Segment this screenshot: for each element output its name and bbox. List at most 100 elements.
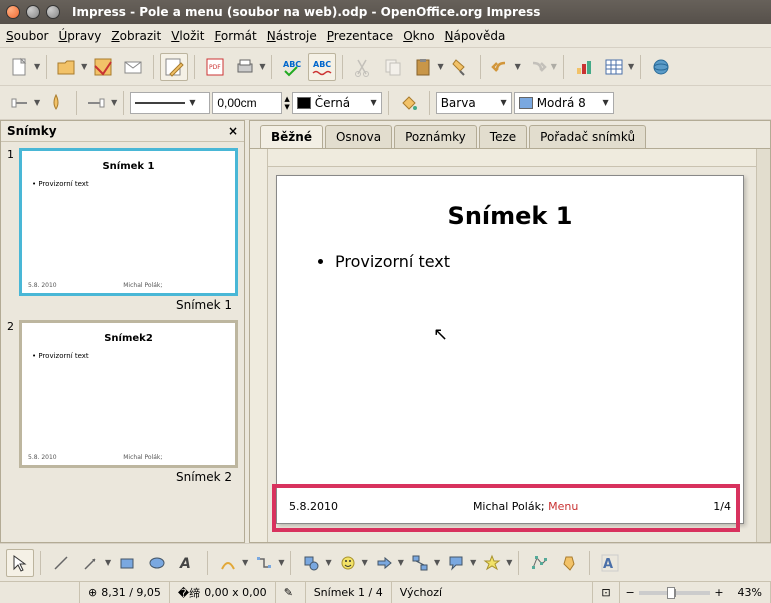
glue-points-button[interactable] xyxy=(555,549,583,577)
menu-nastroje[interactable]: Nástroje xyxy=(267,29,317,43)
zoom-slider[interactable]: − + xyxy=(620,586,730,599)
menu-prezentace[interactable]: Prezentace xyxy=(327,29,393,43)
arrow-tool-button[interactable] xyxy=(77,549,105,577)
text-tool-button[interactable]: A xyxy=(173,549,201,577)
slide-thumbnail-1[interactable]: Snímek 1 • Provizorní text 5.8. 2010Mich… xyxy=(19,148,238,296)
line-style-combo[interactable]: ▼ xyxy=(130,92,210,114)
tab-poradac[interactable]: Pořadač snímků xyxy=(529,125,646,148)
vertical-scrollbar[interactable] xyxy=(756,149,770,542)
close-panel-icon[interactable]: × xyxy=(228,124,238,138)
dropdown-icon[interactable]: ▼ xyxy=(506,558,512,567)
menu-zobrazit[interactable]: Zobrazit xyxy=(111,29,161,43)
menu-okno[interactable]: Okno xyxy=(403,29,434,43)
spellcheck-button[interactable]: ABC xyxy=(278,53,306,81)
dropdown-icon[interactable]: ▼ xyxy=(81,62,87,71)
line-width-input[interactable] xyxy=(212,92,282,114)
basic-shapes-button[interactable] xyxy=(297,549,325,577)
fill-bucket-button[interactable] xyxy=(395,89,423,117)
editor-area: Běžné Osnova Poznámky Teze Pořadač snímk… xyxy=(249,120,771,543)
menu-vlozit[interactable]: Vložit xyxy=(171,29,204,43)
cursor-icon: ↖ xyxy=(433,324,448,345)
symbol-shapes-button[interactable] xyxy=(334,549,362,577)
spin-down-icon[interactable]: ▼ xyxy=(284,103,289,111)
rectangle-tool-button[interactable] xyxy=(113,549,141,577)
dropdown-icon[interactable]: ▼ xyxy=(278,558,284,567)
copy-button[interactable] xyxy=(379,53,407,81)
dropdown-icon[interactable]: ▼ xyxy=(398,558,404,567)
slide-thumbnail-2[interactable]: Snímek2 • Provizorní text 5.8. 2010Micha… xyxy=(19,320,238,468)
new-button[interactable] xyxy=(6,53,34,81)
status-position: ⊕8,31 / 9,05 xyxy=(80,582,170,603)
dropdown-icon[interactable]: ▼ xyxy=(34,98,40,107)
undo-button[interactable] xyxy=(487,53,515,81)
fill-color-combo[interactable]: Modrá 8 ▼ xyxy=(514,92,614,114)
spin-up-icon[interactable]: ▲ xyxy=(284,95,289,103)
arrow-start-button[interactable] xyxy=(6,89,34,117)
fontwork-button[interactable]: A xyxy=(596,549,624,577)
arrow-end-button[interactable] xyxy=(83,89,111,117)
window-maximize-button[interactable] xyxy=(46,5,60,19)
slides-panel-title: Snímky xyxy=(7,124,57,138)
callouts-button[interactable] xyxy=(442,549,470,577)
ellipse-tool-button[interactable] xyxy=(143,549,171,577)
dropdown-icon[interactable]: ▼ xyxy=(111,98,117,107)
print-button[interactable] xyxy=(231,53,259,81)
dropdown-icon[interactable]: ▼ xyxy=(362,558,368,567)
line-color-combo[interactable]: Černá ▼ xyxy=(292,92,382,114)
cut-button[interactable] xyxy=(349,53,377,81)
fill-type-combo[interactable]: Barva ▼ xyxy=(436,92,512,114)
select-tool-button[interactable] xyxy=(6,549,34,577)
zoom-fit-button[interactable]: ⊡ xyxy=(593,582,619,603)
dropdown-icon[interactable]: ▼ xyxy=(470,558,476,567)
window-title: Impress - Pole a menu (soubor na web).od… xyxy=(72,5,540,19)
format-paintbrush-button[interactable] xyxy=(446,53,474,81)
open-button[interactable] xyxy=(53,53,81,81)
save-button[interactable] xyxy=(89,53,117,81)
chart-button[interactable] xyxy=(570,53,598,81)
edit-button[interactable] xyxy=(160,53,188,81)
tab-teze[interactable]: Teze xyxy=(479,125,527,148)
dropdown-icon[interactable]: ▼ xyxy=(628,62,634,71)
connector-tool-button[interactable] xyxy=(250,549,278,577)
zoom-out-icon[interactable]: − xyxy=(626,586,635,599)
email-button[interactable] xyxy=(119,53,147,81)
table-button[interactable] xyxy=(600,53,628,81)
tab-osnova[interactable]: Osnova xyxy=(325,125,392,148)
zoom-percent[interactable]: 43% xyxy=(730,582,771,603)
dropdown-icon[interactable]: ▼ xyxy=(437,62,443,71)
dropdown-icon[interactable]: ▼ xyxy=(551,62,557,71)
stars-button[interactable] xyxy=(478,549,506,577)
dropdown-icon[interactable]: ▼ xyxy=(105,558,111,567)
dropdown-icon[interactable]: ▼ xyxy=(259,62,265,71)
dropdown-icon[interactable]: ▼ xyxy=(242,558,248,567)
points-button[interactable] xyxy=(525,549,553,577)
menu-upravy[interactable]: Úpravy xyxy=(58,29,101,43)
dropdown-icon[interactable]: ▼ xyxy=(325,558,331,567)
dropdown-icon[interactable]: ▼ xyxy=(34,62,40,71)
paste-button[interactable] xyxy=(409,53,437,81)
slide-title: Snímek 1 xyxy=(307,202,713,230)
svg-text:A: A xyxy=(603,557,613,572)
slide-canvas[interactable]: Snímek 1 Provizorní text 5.8.2010 Michal… xyxy=(276,175,744,524)
flowchart-button[interactable] xyxy=(406,549,434,577)
menu-format[interactable]: Formát xyxy=(214,29,256,43)
menu-soubor[interactable]: Soubor xyxy=(6,29,48,43)
hyperlink-button[interactable] xyxy=(647,53,675,81)
dropdown-icon[interactable]: ▼ xyxy=(515,62,521,71)
drawing-toolbar: ▼ A ▼ ▼ ▼ ▼ ▼ ▼ ▼ ▼ A xyxy=(0,543,771,581)
auto-spellcheck-button[interactable]: ABC xyxy=(308,53,336,81)
line-tool-button[interactable] xyxy=(47,549,75,577)
window-minimize-button[interactable] xyxy=(26,5,40,19)
zoom-in-icon[interactable]: + xyxy=(714,586,723,599)
block-arrows-button[interactable] xyxy=(370,549,398,577)
fill-button[interactable] xyxy=(42,89,70,117)
pdf-export-button[interactable]: PDF xyxy=(201,53,229,81)
window-close-button[interactable] xyxy=(6,5,20,19)
tab-bezne[interactable]: Běžné xyxy=(260,125,323,148)
redo-button[interactable] xyxy=(523,53,551,81)
dropdown-icon[interactable]: ▼ xyxy=(434,558,440,567)
curve-tool-button[interactable] xyxy=(214,549,242,577)
tab-poznamky[interactable]: Poznámky xyxy=(394,125,477,148)
status-bar: ⊕8,31 / 9,05 �缔0,00 x 0,00 ✎ Snímek 1 / … xyxy=(0,581,771,603)
menu-napoveda[interactable]: Nápověda xyxy=(445,29,506,43)
